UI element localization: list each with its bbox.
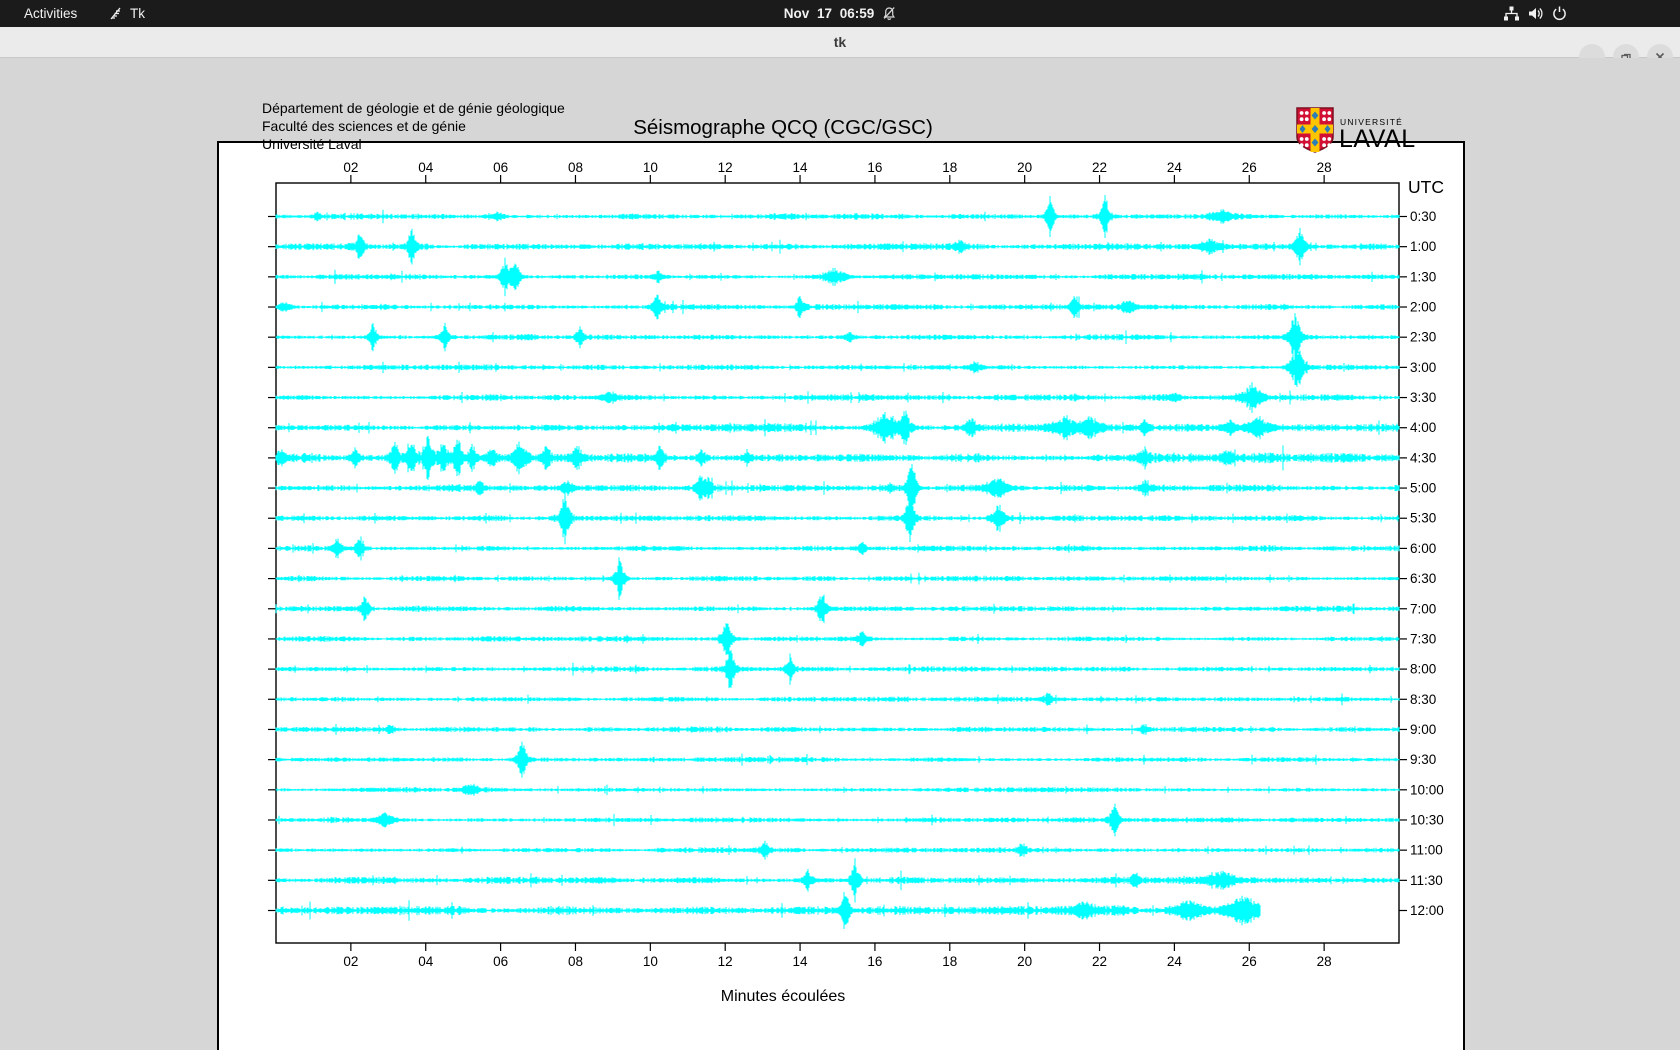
activities-button[interactable]: Activities bbox=[24, 0, 77, 27]
window-content bbox=[0, 58, 1680, 1050]
window-title: tk bbox=[833, 34, 847, 50]
system-status-area[interactable] bbox=[1503, 0, 1568, 27]
seismograph-canvas bbox=[217, 141, 1465, 1050]
volume-icon bbox=[1527, 5, 1544, 22]
window-titlebar[interactable]: tk bbox=[0, 27, 1680, 70]
clock-button[interactable]: Nov 17 06:59 bbox=[784, 0, 897, 27]
clock-text: Nov 17 06:59 bbox=[783, 6, 875, 21]
tk-app-indicator[interactable]: Tk bbox=[108, 0, 145, 27]
tk-feather-icon bbox=[108, 6, 123, 21]
power-icon bbox=[1551, 5, 1568, 22]
tk-app-label: Tk bbox=[130, 6, 145, 21]
notifications-muted-bell-icon bbox=[881, 6, 896, 21]
gnome-top-bar: Activities Tk Nov 17 06:59 bbox=[0, 0, 1680, 27]
network-icon bbox=[1503, 5, 1520, 22]
activities-label: Activities bbox=[24, 6, 78, 21]
